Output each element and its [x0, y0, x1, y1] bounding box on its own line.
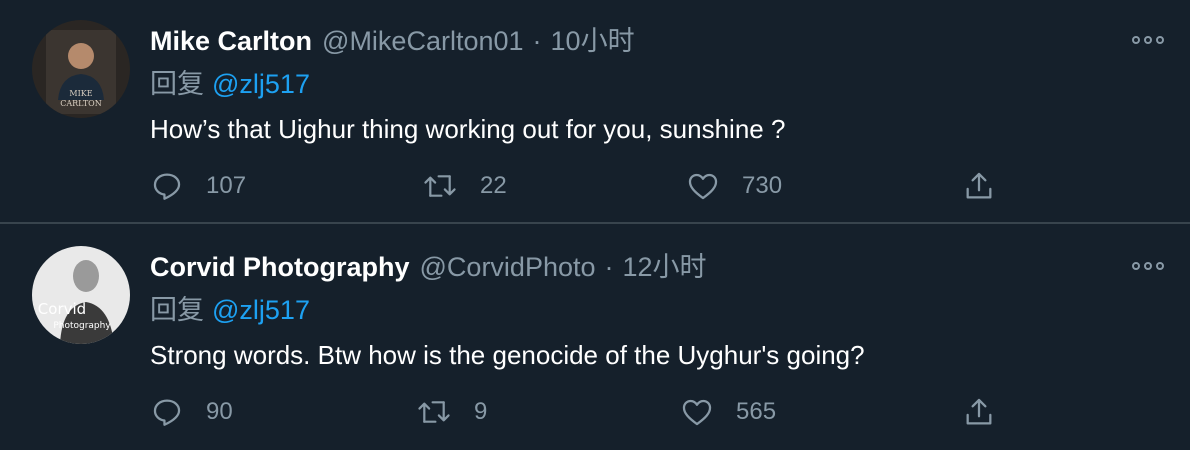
tweet[interactable]: MIKE CARLTON Mike Carlton @MikeCarlton01…: [0, 0, 1190, 224]
reply-prefix: 回复: [150, 295, 204, 325]
separator: ·: [532, 26, 542, 56]
like-button[interactable]: 730: [686, 166, 782, 206]
timestamp[interactable]: 10小时: [551, 22, 635, 60]
avatar-caption-line1: Corvid: [38, 300, 86, 318]
user-handle[interactable]: @CorvidPhoto: [420, 248, 596, 286]
like-count: 730: [742, 172, 783, 199]
mention-link[interactable]: @zlj517: [212, 295, 310, 325]
heart-icon: [682, 399, 712, 426]
share-icon: [966, 398, 992, 425]
reply-count: 107: [206, 172, 247, 199]
retweet-count: 22: [480, 172, 507, 199]
separator: ·: [604, 252, 614, 282]
retweet-icon: [418, 401, 450, 423]
avatar-caption-line1: MIKE: [69, 89, 92, 98]
tweet-text: Strong words. Btw how is the genocide of…: [150, 340, 865, 370]
tweet[interactable]: Corvid Photography Corvid Photography @C…: [0, 226, 1190, 450]
more-icon: [1132, 262, 1164, 270]
retweet-button[interactable]: 9: [416, 392, 487, 432]
replying-to: 回复 @zlj517: [150, 66, 310, 102]
avatar-image: Corvid Photography: [32, 246, 130, 344]
mention-link[interactable]: @zlj517: [212, 69, 310, 99]
more-options-button[interactable]: [1128, 28, 1168, 52]
display-name[interactable]: Mike Carlton: [150, 22, 312, 60]
avatar-caption-line2: CARLTON: [60, 99, 101, 108]
like-count: 565: [736, 398, 777, 425]
retweet-icon: [424, 175, 456, 197]
share-button[interactable]: [962, 392, 996, 432]
reply-button[interactable]: 107: [150, 166, 246, 206]
share-button[interactable]: [962, 166, 996, 206]
replying-to: 回复 @zlj517: [150, 292, 310, 328]
tweet-header: Corvid Photography @CorvidPhoto · 12小时: [150, 248, 707, 286]
like-button[interactable]: 565: [680, 392, 776, 432]
reply-icon: [153, 173, 181, 200]
reply-button[interactable]: 90: [150, 392, 233, 432]
more-options-button[interactable]: [1128, 254, 1168, 278]
tweet-actions: 90 9 565: [150, 392, 1010, 432]
share-icon: [966, 172, 992, 199]
tweet-actions: 107 22 730: [150, 166, 1010, 206]
heart-icon: [688, 173, 718, 200]
reply-icon: [153, 399, 181, 426]
avatar[interactable]: Corvid Photography: [32, 246, 130, 344]
avatar[interactable]: MIKE CARLTON: [32, 20, 130, 118]
avatar-caption-line2: Photography: [53, 321, 111, 331]
user-handle[interactable]: @MikeCarlton01: [322, 22, 524, 60]
reply-count: 90: [206, 398, 233, 425]
retweet-count: 9: [474, 398, 488, 425]
tweet-feed: MIKE CARLTON Mike Carlton @MikeCarlton01…: [0, 0, 1190, 450]
timestamp[interactable]: 12小时: [623, 248, 707, 286]
more-icon: [1132, 36, 1164, 44]
tweet-text: How’s that Uighur thing working out for …: [150, 114, 786, 144]
tweet-header: Mike Carlton @MikeCarlton01 · 10小时: [150, 22, 635, 60]
display-name[interactable]: Corvid Photography: [150, 248, 410, 286]
avatar-image: MIKE CARLTON: [32, 20, 130, 118]
reply-prefix: 回复: [150, 69, 204, 99]
retweet-button[interactable]: 22: [422, 166, 507, 206]
